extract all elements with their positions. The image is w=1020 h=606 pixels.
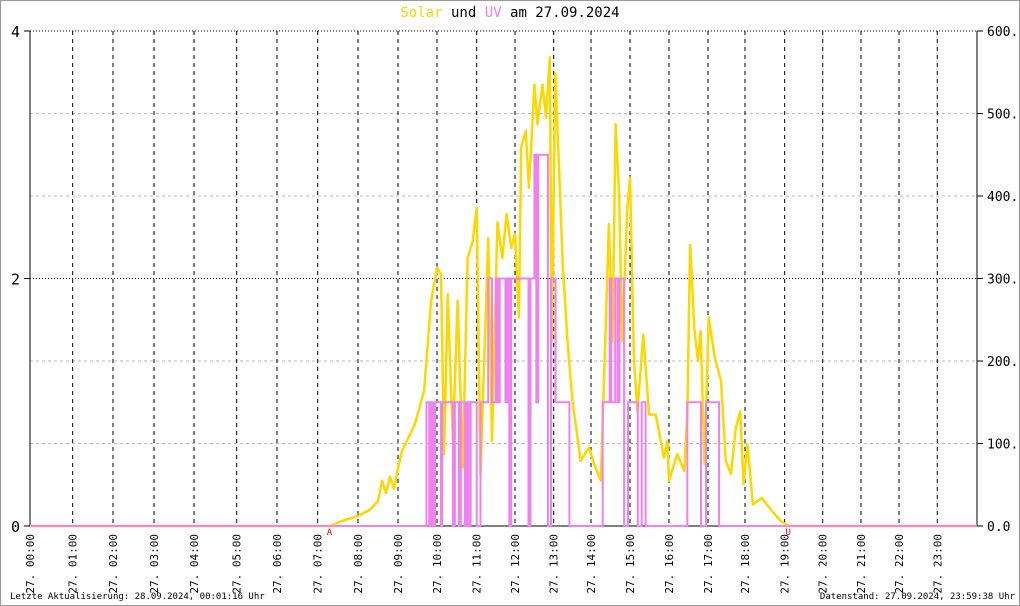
x-tick-label: 27. 05:00	[231, 534, 244, 594]
x-tick-label: 27. 16:00	[663, 534, 676, 594]
x-tick-label: 27. 06:00	[271, 534, 284, 594]
x-tick-label: 27. 22:00	[893, 534, 906, 594]
chart-page: Solar und UV am 27.09.2024 600.0500.0400…	[0, 0, 1020, 606]
x-tick-label: 27. 17:00	[702, 534, 715, 594]
right-tick-label: 200.0	[987, 355, 1019, 370]
data-state-text: Datenstand: 27.09.2024, 23:59:38 Uhr	[819, 592, 1015, 602]
last-update-text: Letzte Aktualisierung: 28.09.2024, 00:01…	[10, 592, 265, 602]
right-tick-label: 0.0	[987, 520, 1010, 535]
right-tick-label: 100.0	[987, 438, 1019, 453]
x-tick-label: 27. 13:00	[548, 534, 561, 594]
x-tick-label: 27. 07:00	[312, 534, 325, 594]
x-tick-label: 27. 15:00	[624, 534, 637, 594]
left-tick-label: 4	[11, 23, 20, 41]
x-tick-label: 27. 14:00	[585, 534, 598, 594]
left-tick-label: 0	[11, 518, 20, 536]
x-tick-label: 27. 01:00	[67, 534, 80, 594]
x-tick-label: 27. 04:00	[188, 534, 201, 594]
uv-series-line	[30, 153, 977, 527]
x-tick-label: 27. 09:00	[392, 534, 405, 594]
right-tick-label: 500.0	[987, 108, 1019, 123]
x-tick-label: 27. 20:00	[817, 534, 830, 594]
x-tick-label: 27. 19:00	[779, 534, 792, 594]
right-tick-label: 300.0	[987, 273, 1019, 288]
x-tick-label: 27. 03:00	[148, 534, 161, 594]
chart-svg: 600.0 500.0 400.0 300.0 200.0 100.0 0.0 4 2 0 27. …	[11, 23, 1019, 594]
x-tick-label: 27. 11:00	[471, 534, 484, 594]
x-tick-label: 27. 18:00	[739, 534, 752, 594]
right-tick-label: 600.0	[987, 25, 1019, 40]
x-tick-label: 27. 08:00	[352, 534, 365, 594]
x-tick-label: 27. 10:00	[431, 534, 444, 594]
x-tick-label: 27. 21:00	[855, 534, 868, 594]
x-tick-label: 27. 00:00	[24, 534, 37, 594]
x-tick-label: 27. 23:00	[931, 534, 944, 594]
sun-marker-u: U	[786, 528, 791, 538]
right-tick-label: 400.0	[987, 190, 1019, 205]
solar-series-line	[30, 56, 977, 528]
left-tick-label: 2	[11, 271, 20, 289]
x-tick-label: 27. 02:00	[107, 534, 120, 594]
x-tick-label: 27. 12:00	[509, 534, 522, 594]
sun-marker-a: A	[327, 528, 333, 538]
